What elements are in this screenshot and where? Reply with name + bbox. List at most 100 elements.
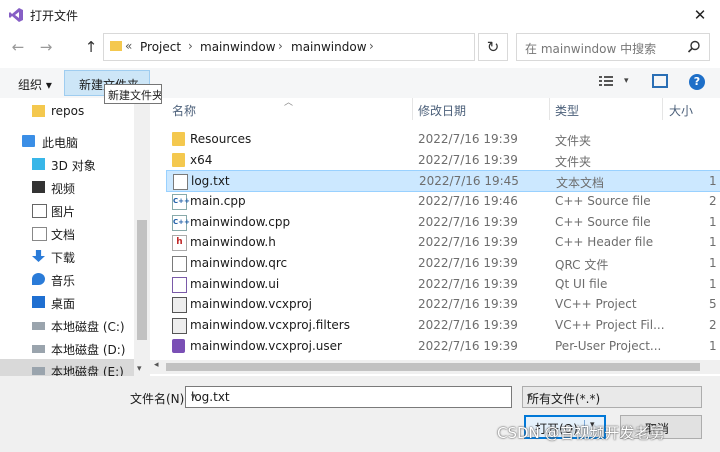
file-date: 2022/7/16 19:39 [418,339,518,353]
file-type: VC++ Project [555,297,637,311]
view-dropdown-icon[interactable]: ▾ [624,76,629,86]
sidebar-item-this-pc[interactable]: 此电脑 [0,130,134,152]
back-button[interactable]: ← [7,36,29,58]
watermark: CSDN @音视频开发老舅 [497,424,665,442]
file-size: 2 [709,318,717,332]
file-name: mainwindow.vcxproj [190,297,312,311]
qrc-file-icon [172,256,187,272]
visual-studio-icon [9,8,23,22]
column-divider[interactable] [412,98,413,120]
column-divider[interactable] [549,98,550,120]
file-date: 2022/7/16 19:39 [418,256,518,270]
file-row-log-txt[interactable]: log.txt 2022/7/16 19:45 文本文档 1 [166,170,720,192]
file-date: 2022/7/16 19:39 [418,215,518,229]
folder-icon [172,132,185,146]
sidebar-item-drive-e[interactable]: 本地磁盘 (E:) [0,359,134,376]
scrollbar-thumb[interactable] [166,363,700,371]
sidebar-item-3d-objects[interactable]: 3D 对象 [0,153,134,175]
sidebar-item-label: 图片 [51,205,76,219]
close-icon[interactable]: ✕ [688,4,712,26]
sidebar-item-label: 本地磁盘 (E:) [51,365,124,376]
breadcrumb-project[interactable]: Project [140,40,181,54]
breadcrumb-separator[interactable]: › [369,39,374,53]
sidebar-item-downloads[interactable]: 下载 [0,245,134,267]
visual-studio-user-file-icon [172,339,185,353]
file-list-horizontal-scrollbar[interactable]: ◂ [150,360,720,374]
file-type: C++ Source file [555,194,651,208]
file-name: mainwindow.vcxproj.filters [190,318,350,332]
filename-input[interactable]: log.txt ▾ [185,386,512,408]
file-type-filter-select[interactable]: 所有文件(*.*) ▾ [522,386,702,408]
file-row-mainwindow-vcxproj-user[interactable]: mainwindow.vcxproj.user 2022/7/16 19:39 … [166,336,720,356]
navigation-pane: repos 此电脑 3D 对象 视频 图片 文档 下载 音乐 桌面 本地磁盘 (… [0,98,150,376]
help-icon[interactable]: ? [689,74,705,90]
document-icon [32,227,47,241]
file-name: Resources [190,132,252,146]
column-divider[interactable] [662,98,663,120]
file-name: mainwindow.qrc [190,256,288,270]
sidebar-item-label: 此电脑 [42,136,79,150]
preview-pane-icon[interactable] [652,74,668,88]
file-row-mainwindow-qrc[interactable]: mainwindow.qrc 2022/7/16 19:39 QRC 文件 1 [166,253,720,273]
sidebar-item-drive-d[interactable]: 本地磁盘 (D:) [0,337,134,359]
file-row-mainwindow-h[interactable]: h mainwindow.h 2022/7/16 19:39 C++ Heade… [166,232,720,252]
sidebar-item-desktop[interactable]: 桌面 [0,291,134,313]
file-size: 1 [709,215,717,229]
file-size: 1 [709,256,717,270]
organize-menu[interactable]: 组织 ▾ [18,76,52,93]
sidebar-item-label: 视频 [51,182,76,196]
file-date: 2022/7/16 19:39 [418,235,518,249]
navigation-scrollbar[interactable]: ▾ [134,98,150,376]
file-row-main-cpp[interactable]: C++ main.cpp 2022/7/16 19:46 C++ Source … [166,191,720,211]
sidebar-item-drive-c[interactable]: 本地磁盘 (C:) [0,314,134,336]
sidebar-item-label: 本地磁盘 (C:) [51,320,125,334]
file-row-mainwindow-vcxproj-filters[interactable]: mainwindow.vcxproj.filters 2022/7/16 19:… [166,315,720,335]
file-type: 文件夹 [555,155,592,169]
file-row-mainwindow-ui[interactable]: mainwindow.ui 2022/7/16 19:39 Qt UI file… [166,274,720,294]
sidebar-item-label: 本地磁盘 (D:) [51,343,126,357]
forward-button[interactable]: → [35,36,57,58]
scroll-left-icon[interactable]: ◂ [154,360,159,370]
up-button[interactable]: ↑ [80,36,102,58]
filename-label: 文件名(N): [130,392,189,406]
column-header-name[interactable]: 名称 [172,102,196,119]
scrollbar-thumb[interactable] [137,220,147,340]
address-bar[interactable]: « Project › mainwindow › mainwindow › [103,33,475,61]
cube-icon [32,158,45,170]
file-type: Qt UI file [555,277,608,291]
file-row-mainwindow-cpp[interactable]: C++ mainwindow.cpp 2022/7/16 19:39 C++ S… [166,212,720,232]
column-header-date[interactable]: 修改日期 [418,102,466,119]
scroll-down-icon[interactable]: ▾ [137,364,142,374]
download-icon [32,250,45,262]
breadcrumb-separator[interactable]: › [188,39,193,53]
sidebar-item-videos[interactable]: 视频 [0,176,134,198]
column-header-size[interactable]: 大小 [669,102,693,119]
sidebar-item-music[interactable]: 音乐 [0,268,134,290]
music-icon [32,273,45,285]
sidebar-item-label: 文档 [51,228,76,242]
file-row-resources[interactable]: Resources 2022/7/16 19:39 文件夹 [166,129,720,149]
sidebar-item-label: repos [51,104,85,118]
file-type: C++ Source file [555,215,651,229]
column-header-type[interactable]: 类型 [555,102,579,119]
refresh-button[interactable]: ↻ [478,33,508,61]
desktop-icon [32,296,45,308]
header-file-icon: h [172,235,187,251]
file-row-mainwindow-vcxproj[interactable]: mainwindow.vcxproj 2022/7/16 19:39 VC++ … [166,294,720,314]
file-name: main.cpp [190,194,246,208]
file-row-x64[interactable]: x64 2022/7/16 19:39 文件夹 [166,150,720,170]
breadcrumb-mainwindow[interactable]: mainwindow [200,40,276,54]
window-title: 打开文件 [30,9,79,23]
sidebar-item-documents[interactable]: 文档 [0,222,134,244]
breadcrumb-overflow[interactable]: « [125,39,132,53]
folder-icon [172,153,185,167]
breadcrumb-separator[interactable]: › [278,39,283,53]
sidebar-item-label: 桌面 [51,297,76,311]
file-name: log.txt [191,174,230,188]
chevron-down-icon[interactable]: ▾ [191,392,506,402]
file-date: 2022/7/16 19:39 [418,297,518,311]
view-options-icon[interactable] [598,74,614,92]
search-input[interactable]: 在 mainwindow 中搜索 [516,33,710,61]
breadcrumb-mainwindow-current[interactable]: mainwindow [291,40,367,54]
sidebar-item-pictures[interactable]: 图片 [0,199,134,221]
